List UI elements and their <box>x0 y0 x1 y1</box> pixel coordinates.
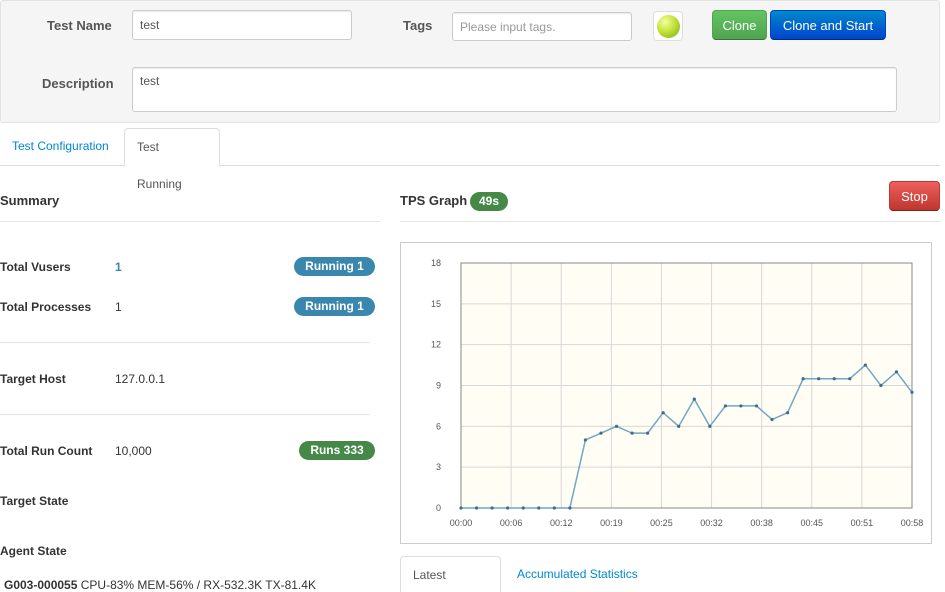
clone-button[interactable]: Clone <box>712 10 767 40</box>
tps-data-point <box>474 506 479 510</box>
y-tick-label: 12 <box>431 340 441 350</box>
tps-data-point <box>692 397 696 401</box>
y-tick-label: 3 <box>436 462 441 472</box>
test-header-panel: Test Name Tags Clone Clone and Start Des… <box>0 0 940 123</box>
y-tick-label: 6 <box>436 421 441 431</box>
x-tick-label: 00:32 <box>700 518 723 528</box>
total-processes-label: Total Processes <box>0 300 92 314</box>
tps-data-point <box>817 377 821 381</box>
tab-test-configuration[interactable]: Test Configuration <box>0 128 121 166</box>
runs-badge: Runs 333 <box>299 441 375 460</box>
tps-data-point <box>614 424 619 428</box>
tps-data-point <box>521 506 525 510</box>
tps-data-point <box>552 506 556 510</box>
tps-graph-title: TPS Graph <box>400 193 468 208</box>
tps-data-point <box>879 383 883 388</box>
tab-test-running[interactable]: Test Running <box>124 128 220 191</box>
agent-stats: CPU-83% MEM-56% / RX-532.3K TX-81.4K <box>77 578 316 592</box>
tps-data-point <box>910 390 914 394</box>
tps-data-point <box>568 506 572 510</box>
y-tick-label: 0 <box>436 503 441 513</box>
vusers-running-badge: Running 1 <box>294 257 375 276</box>
tps-data-point <box>630 431 634 435</box>
y-tick-label: 15 <box>431 299 441 309</box>
total-vusers-label: Total Vusers <box>0 260 71 274</box>
x-tick-label: 00:45 <box>801 518 824 528</box>
tps-data-point <box>537 506 541 510</box>
y-tick-label: 9 <box>436 381 441 391</box>
divider <box>0 342 370 343</box>
agent-state-label: Agent State <box>0 544 67 558</box>
tps-data-point <box>708 424 712 428</box>
tps-data-point <box>583 438 588 442</box>
x-tick-label: 00:19 <box>600 518 623 528</box>
stop-button[interactable]: Stop <box>889 181 940 211</box>
test-name-input[interactable] <box>132 10 352 40</box>
processes-running-badge: Running 1 <box>294 297 375 316</box>
status-ball-icon <box>657 15 680 38</box>
tps-data-point <box>832 377 836 381</box>
tps-data-point <box>490 506 494 510</box>
tps-data-point <box>739 404 743 408</box>
tps-data-point <box>723 404 727 408</box>
tags-label: Tags <box>403 18 433 33</box>
target-host-value: 127.0.0.1 <box>115 372 166 386</box>
elapsed-time-badge: 49s <box>470 192 508 211</box>
x-tick-label: 00:51 <box>851 518 874 528</box>
tps-graph: 00:00 00:06 00:12 00:19 00:25 00:32 00:38 00:45… <box>400 242 932 544</box>
tps-data-point <box>863 363 867 367</box>
target-state-label: Target State <box>0 494 69 508</box>
tps-data-point <box>754 404 759 408</box>
tps-data-point <box>770 417 774 422</box>
tps-data-point <box>677 424 681 428</box>
x-tick-label: 00:06 <box>500 518 523 528</box>
description-textarea[interactable]: test <box>132 67 897 112</box>
summary-divider <box>0 221 380 222</box>
description-label: Description <box>42 76 114 91</box>
divider <box>0 414 370 415</box>
tps-divider <box>400 221 940 222</box>
target-host-label: Target Host <box>0 372 66 386</box>
clone-and-start-button[interactable]: Clone and Start <box>770 10 886 40</box>
total-run-count-value: 10,000 <box>115 444 152 458</box>
total-run-count-label: Total Run Count <box>0 444 93 458</box>
total-processes-value: 1 <box>115 300 122 314</box>
x-tick-label: 00:58 <box>901 518 924 528</box>
tps-data-point <box>506 506 510 510</box>
tps-data-point <box>848 377 852 381</box>
tps-data-point <box>599 431 603 435</box>
tps-data-point <box>646 431 650 435</box>
tab-accumulated-statistics[interactable]: Accumulated Statistics <box>505 556 650 592</box>
statistics-tabs: Latest Sample Accumulated Statistics <box>400 556 940 592</box>
tags-input[interactable] <box>452 12 632 41</box>
main-tabs: Test Configuration Test Running <box>0 128 940 191</box>
tps-data-point <box>785 411 790 415</box>
test-name-label: Test Name <box>47 18 112 33</box>
total-vusers-value[interactable]: 1 <box>115 260 122 274</box>
y-tick-label: 18 <box>431 258 441 268</box>
agent-state-line: G003-000055 CPU-83% MEM-56% / RX-532.3K … <box>4 578 316 592</box>
tps-data-point <box>894 370 899 374</box>
summary-title: Summary <box>0 193 60 208</box>
tab-latest-sample[interactable]: Latest Sample <box>400 556 501 592</box>
x-tick-label: 00:38 <box>750 518 773 528</box>
tps-data-point <box>801 377 805 381</box>
test-status-indicator <box>653 11 683 41</box>
x-tick-label: 00:25 <box>650 518 673 528</box>
agent-name: G003-000055 <box>4 578 78 592</box>
tps-chart: 00:00 00:06 00:12 00:19 00:25 00:32 00:38 00:45… <box>431 258 924 528</box>
x-tick-label: 00:12 <box>550 518 573 528</box>
tps-data-point <box>459 506 463 510</box>
tps-data-point <box>661 411 665 415</box>
x-tick-label: 00:00 <box>450 518 473 528</box>
